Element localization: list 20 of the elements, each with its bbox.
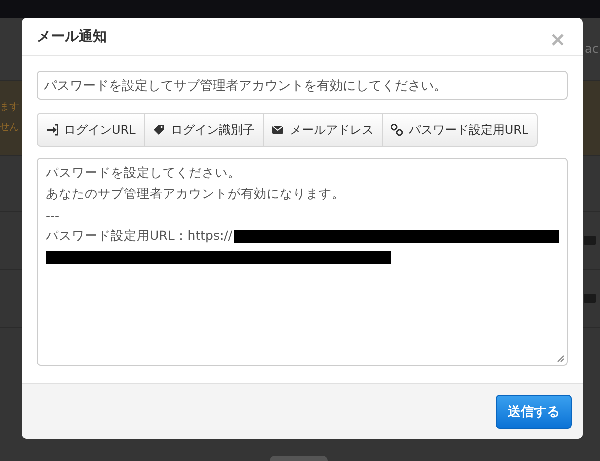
tag-icon [152,124,165,136]
send-button[interactable]: 送信する [496,394,572,428]
background-text: ac [585,41,599,58]
background-text: せん [0,121,19,135]
insert-button[interactable]: パスワード設定用URL [382,113,538,147]
message-field[interactable]: パスワードを設定してください。 あなたのサブ管理者アカウントが有効になります。 --- パスワード設定用URL：https:// [37,158,568,366]
insert-button[interactable]: ログイン識別子 [144,113,264,147]
link-icon [390,124,403,136]
message-text: あなたのサブ管理者アカウントが有効になります。 [46,186,345,203]
resize-grip-icon[interactable] [555,353,565,363]
insert-button[interactable]: ログインURL [37,113,145,147]
insert-button[interactable]: メールアドレス [264,113,383,147]
message-text: --- [46,208,60,223]
message-text: パスワードを設定してください。 [46,165,241,182]
close-icon [551,32,565,46]
dialog-title: メール通知 [37,28,107,46]
background-text: ます [0,101,19,115]
message-text: パスワード設定用URL：https:// [46,228,233,245]
subject-field[interactable]: パスワードを設定してサブ管理者アカウントを有効にしてください。 [37,71,568,100]
login-icon [46,124,58,136]
